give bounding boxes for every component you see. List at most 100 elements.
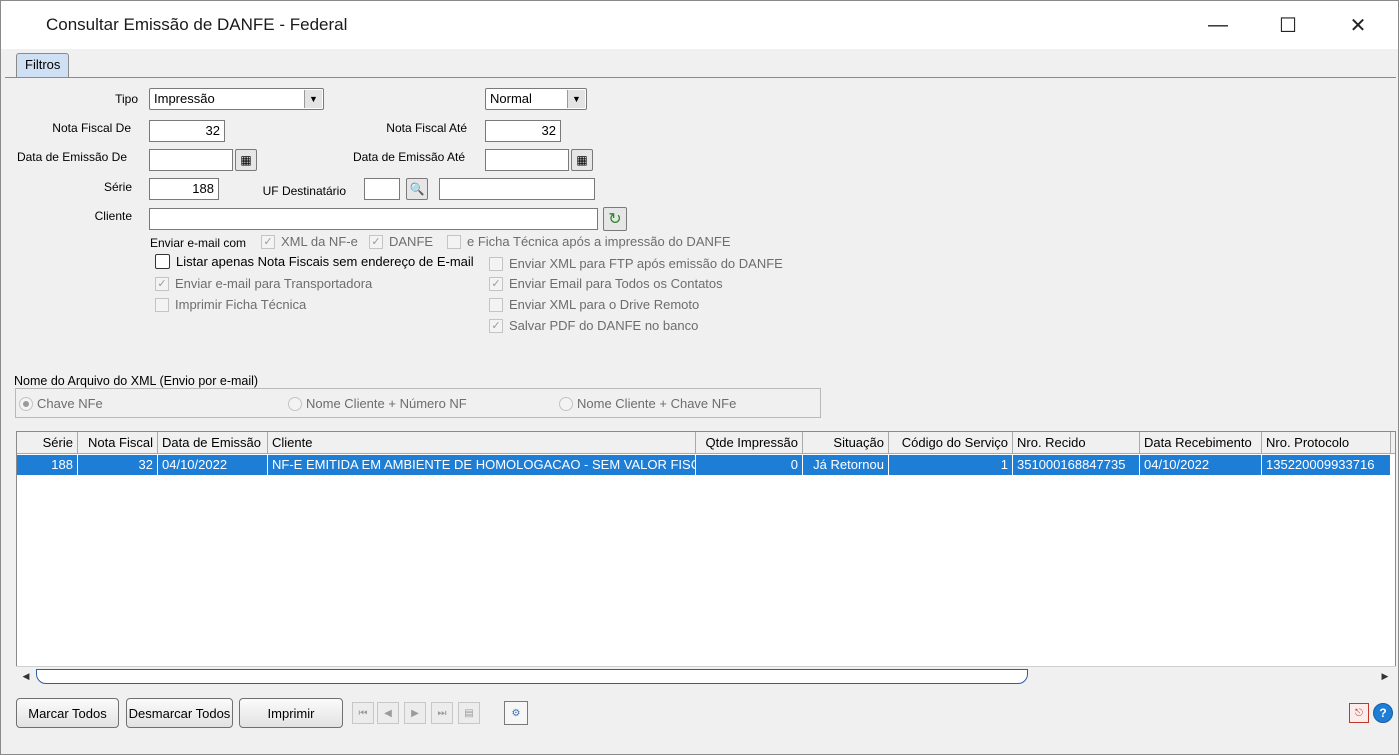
salvar-pdf-checkbox[interactable]: ✓ Salvar PDF do DANFE no banco [489,318,698,333]
column-header[interactable]: Data de Emissão [158,432,268,454]
column-header[interactable]: Situação [803,432,889,454]
ftp-checkbox[interactable]: Enviar XML para FTP após emissão do DANF… [489,256,783,271]
cliente-label: Cliente [94,209,132,223]
scroll-left-icon[interactable]: ◀ [19,669,33,684]
transportadora-label: Enviar e-mail para Transportadora [175,276,373,291]
serie-label: Série [103,180,132,194]
salvar-pdf-label: Salvar PDF do DANFE no banco [509,318,699,333]
checkbox-box [155,254,170,269]
desmarcar-todos-button[interactable]: Desmarcar Todos [126,698,233,728]
table-row[interactable]: 188 32 04/10/2022 NF-E EMITIDA EM AMBIEN… [17,455,1391,475]
imprimir-ficha-checkbox[interactable]: Imprimir Ficha Técnica [155,297,306,312]
config-tool-icon[interactable]: ⚙ [504,701,528,725]
ftp-label: Enviar XML para FTP após emissão do DANF… [509,256,783,271]
radio-cliente-numero[interactable]: Nome Cliente + Número NF [288,396,467,411]
previous-record-icon[interactable]: ◀ [377,702,399,724]
calendar-icon[interactable]: ▦ [235,149,257,171]
radio-dot [288,396,302,411]
xml-nfe-label: XML da NF-e [281,234,358,249]
danfe-checkbox[interactable]: ✓ DANFE [369,234,433,249]
search-icon[interactable]: 🔍 [406,178,428,200]
radio-label: Nome Cliente + Chave NFe [577,396,737,411]
imprimir-button[interactable]: Imprimir [239,698,343,728]
chevron-down-icon: ▼ [304,90,322,108]
first-record-icon[interactable]: ⏮ [352,702,374,724]
modo-select[interactable]: Normal ▼ [485,88,587,110]
checkmark-icon: ✓ [155,276,169,291]
transportadora-checkbox[interactable]: ✓ Enviar e-mail para Transportadora [155,276,372,291]
minimize-button[interactable]: — [1189,1,1247,49]
calendar-icon[interactable]: ▦ [571,149,593,171]
serie-input[interactable]: 188 [149,178,219,200]
tipo-select[interactable]: Impressão ▼ [149,88,324,110]
filters-panel: Tipo Impressão ▼ Normal ▼ Nota Fiscal De… [5,77,1396,752]
data-de-input[interactable] [149,149,233,171]
nf-de-label: Nota Fiscal De [52,121,131,135]
cell-data-emissao: 04/10/2022 [158,455,268,475]
title-bar: Consultar Emissão de DANFE - Federal — ☐… [1,1,1398,49]
grid-header: Série Nota Fiscal Data de Emissão Client… [17,432,1395,454]
radio-label: Chave NFe [37,396,103,411]
nf-ate-label: Nota Fiscal Até [386,121,467,135]
xml-group-title: Nome do Arquivo do XML (Envio por e-mail… [14,374,259,388]
todos-contatos-checkbox[interactable]: ✓ Enviar Email para Todos os Contatos [489,276,723,291]
nf-ate-input[interactable]: 32 [485,120,561,142]
cell-data-recebimento: 04/10/2022 [1140,455,1262,475]
scrollbar-thumb[interactable] [36,669,1028,684]
column-header[interactable]: Série [17,432,78,454]
next-record-icon[interactable]: ▶ [404,702,426,724]
column-header[interactable]: Cliente [268,432,696,454]
radio-chave-nfe[interactable]: Chave NFe [19,396,103,411]
uf-name-input[interactable] [439,178,595,200]
results-grid[interactable]: Série Nota Fiscal Data de Emissão Client… [16,431,1396,686]
refresh-arrow-icon[interactable]: ↻ [603,207,627,231]
grid-view-icon[interactable]: ▤ [458,702,480,724]
drive-label: Enviar XML para o Drive Remoto [509,297,700,312]
column-header[interactable]: Data Recebimento [1140,432,1262,454]
listar-label: Listar apenas Nota Fiscais sem endereço … [176,254,474,269]
maximize-button[interactable]: ☐ [1259,1,1317,49]
tipo-select-value: Impressão [154,91,215,106]
data-ate-input[interactable] [485,149,569,171]
checkbox-box [489,297,503,312]
horizontal-scrollbar[interactable]: ◀ ▶ [16,666,1396,686]
data-ate-label: Data de Emissão Até [352,150,465,164]
imprimir-ficha-label: Imprimir Ficha Técnica [175,297,307,312]
exit-icon[interactable]: ⎋ [1349,703,1369,723]
column-header[interactable]: Nro. Protocolo [1262,432,1391,454]
xml-nfe-checkbox[interactable]: ✓ XML da NF-e [261,234,358,249]
data-de-label: Data de Emissão De [16,150,127,164]
cell-nota-fiscal: 32 [78,455,158,475]
cell-serie: 188 [17,455,78,475]
checkmark-icon: ✓ [261,234,275,249]
listar-checkbox[interactable]: Listar apenas Nota Fiscais sem endereço … [155,254,474,269]
radio-dot [19,396,33,411]
scroll-right-icon[interactable]: ▶ [1378,669,1392,684]
column-header[interactable]: Nro. Recido [1013,432,1140,454]
cliente-input[interactable] [149,208,598,230]
ficha-label: e Ficha Técnica após a impressão do DANF… [467,234,731,249]
column-header[interactable]: Nota Fiscal [78,432,158,454]
last-record-icon[interactable]: ⏭ [431,702,453,724]
column-header[interactable]: Código do Serviço [889,432,1013,454]
drive-checkbox[interactable]: Enviar XML para o Drive Remoto [489,297,699,312]
checkmark-icon: ✓ [489,276,503,291]
tab-filtros[interactable]: Filtros [16,53,70,77]
window: Consultar Emissão de DANFE - Federal — ☐… [0,0,1399,755]
help-icon[interactable]: ? [1373,703,1393,723]
checkbox-box [155,297,169,312]
nf-de-input[interactable]: 32 [149,120,225,142]
marcar-todos-button[interactable]: Marcar Todos [16,698,119,728]
radio-label: Nome Cliente + Número NF [306,396,467,411]
close-button[interactable]: ✕ [1329,1,1387,49]
danfe-label: DANFE [389,234,434,249]
uf-input[interactable] [364,178,400,200]
uf-label: UF Destinatário [262,184,346,198]
radio-cliente-chave[interactable]: Nome Cliente + Chave NFe [559,396,736,411]
chevron-down-icon: ▼ [567,90,585,108]
ficha-checkbox[interactable]: e Ficha Técnica após a impressão do DANF… [447,234,731,249]
checkmark-icon: ✓ [369,234,383,249]
checkbox-box [447,234,461,249]
column-header[interactable]: Qtde Impressão [696,432,803,454]
modo-select-value: Normal [490,91,532,106]
